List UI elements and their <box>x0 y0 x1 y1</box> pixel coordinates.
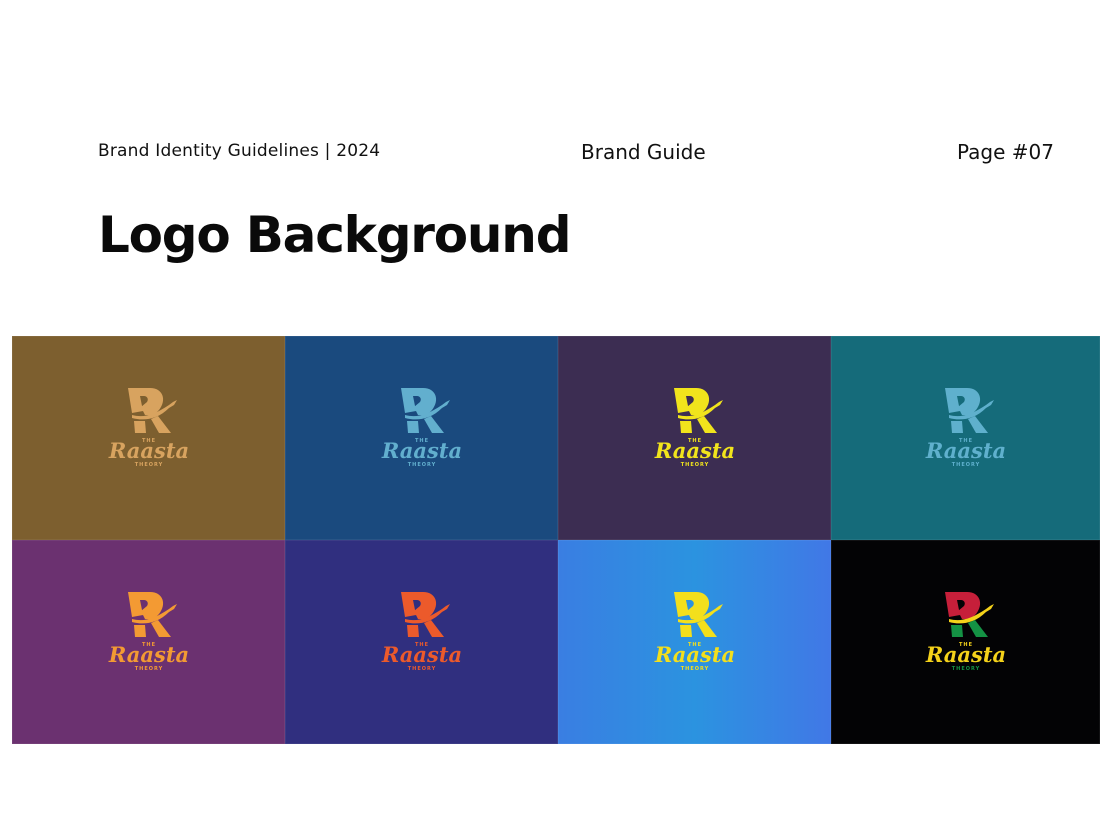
r-mark-icon <box>673 388 723 433</box>
r-mark-icon <box>944 592 994 637</box>
r-mark-icon <box>673 592 723 637</box>
header-center-text: Brand Guide <box>581 140 706 164</box>
logo-wordmark-text: Raasta <box>107 438 188 463</box>
logo-theory-text: THEORY <box>407 666 435 672</box>
r-mark-icon <box>944 388 994 433</box>
r-mark-icon <box>400 592 450 637</box>
logo-tile: THE Raasta THEORY <box>285 540 558 744</box>
logo-theory-text: THEORY <box>680 666 708 672</box>
logo-tile: THE Raasta THEORY <box>558 336 831 540</box>
logo-wordmark-text: Raasta <box>924 642 1005 667</box>
raasta-theory-logo: THE Raasta THEORY <box>645 388 745 488</box>
raasta-theory-logo: THE Raasta THEORY <box>372 388 472 488</box>
logo-theory-text: THEORY <box>407 462 435 468</box>
logo-background-grid: THE Raasta THEORY THE Raasta THEORY THE Raast… <box>12 336 1100 744</box>
logo-theory-text: THEORY <box>680 462 708 468</box>
logo-theory-text: THEORY <box>134 666 162 672</box>
logo-tile: THE Raasta THEORY <box>285 336 558 540</box>
logo-wordmark-text: Raasta <box>653 438 734 463</box>
logo-wordmark-text: Raasta <box>924 438 1005 463</box>
raasta-theory-logo: THE Raasta THEORY <box>99 388 199 488</box>
header-left-text: Brand Identity Guidelines | 2024 <box>98 141 381 161</box>
page-number: Page #07 <box>957 140 1054 164</box>
r-mark-icon <box>400 388 450 433</box>
logo-wordmark-text: Raasta <box>380 642 461 667</box>
logo-wordmark-text: Raasta <box>380 438 461 463</box>
logo-theory-text: THEORY <box>951 666 979 672</box>
raasta-theory-logo: THE Raasta THEORY <box>372 592 472 692</box>
logo-theory-text: THEORY <box>134 462 162 468</box>
raasta-theory-logo: THE Raasta THEORY <box>645 592 745 692</box>
logo-tile: THE Raasta THEORY <box>12 336 285 540</box>
logo-tile: THE Raasta THEORY <box>558 540 831 744</box>
logo-wordmark-text: Raasta <box>653 642 734 667</box>
raasta-theory-logo: THE Raasta THEORY <box>99 592 199 692</box>
raasta-theory-logo: THE Raasta THEORY <box>916 388 1016 488</box>
r-mark-icon <box>127 388 177 433</box>
r-mark-icon <box>127 592 177 637</box>
logo-wordmark-text: Raasta <box>107 642 188 667</box>
logo-tile: THE Raasta THEORY <box>831 540 1100 744</box>
logo-tile: THE Raasta THEORY <box>12 540 285 744</box>
raasta-theory-logo: THE Raasta THEORY <box>916 592 1016 692</box>
logo-tile: THE Raasta THEORY <box>831 336 1100 540</box>
page-title: Logo Background <box>98 206 571 264</box>
logo-theory-text: THEORY <box>951 462 979 468</box>
